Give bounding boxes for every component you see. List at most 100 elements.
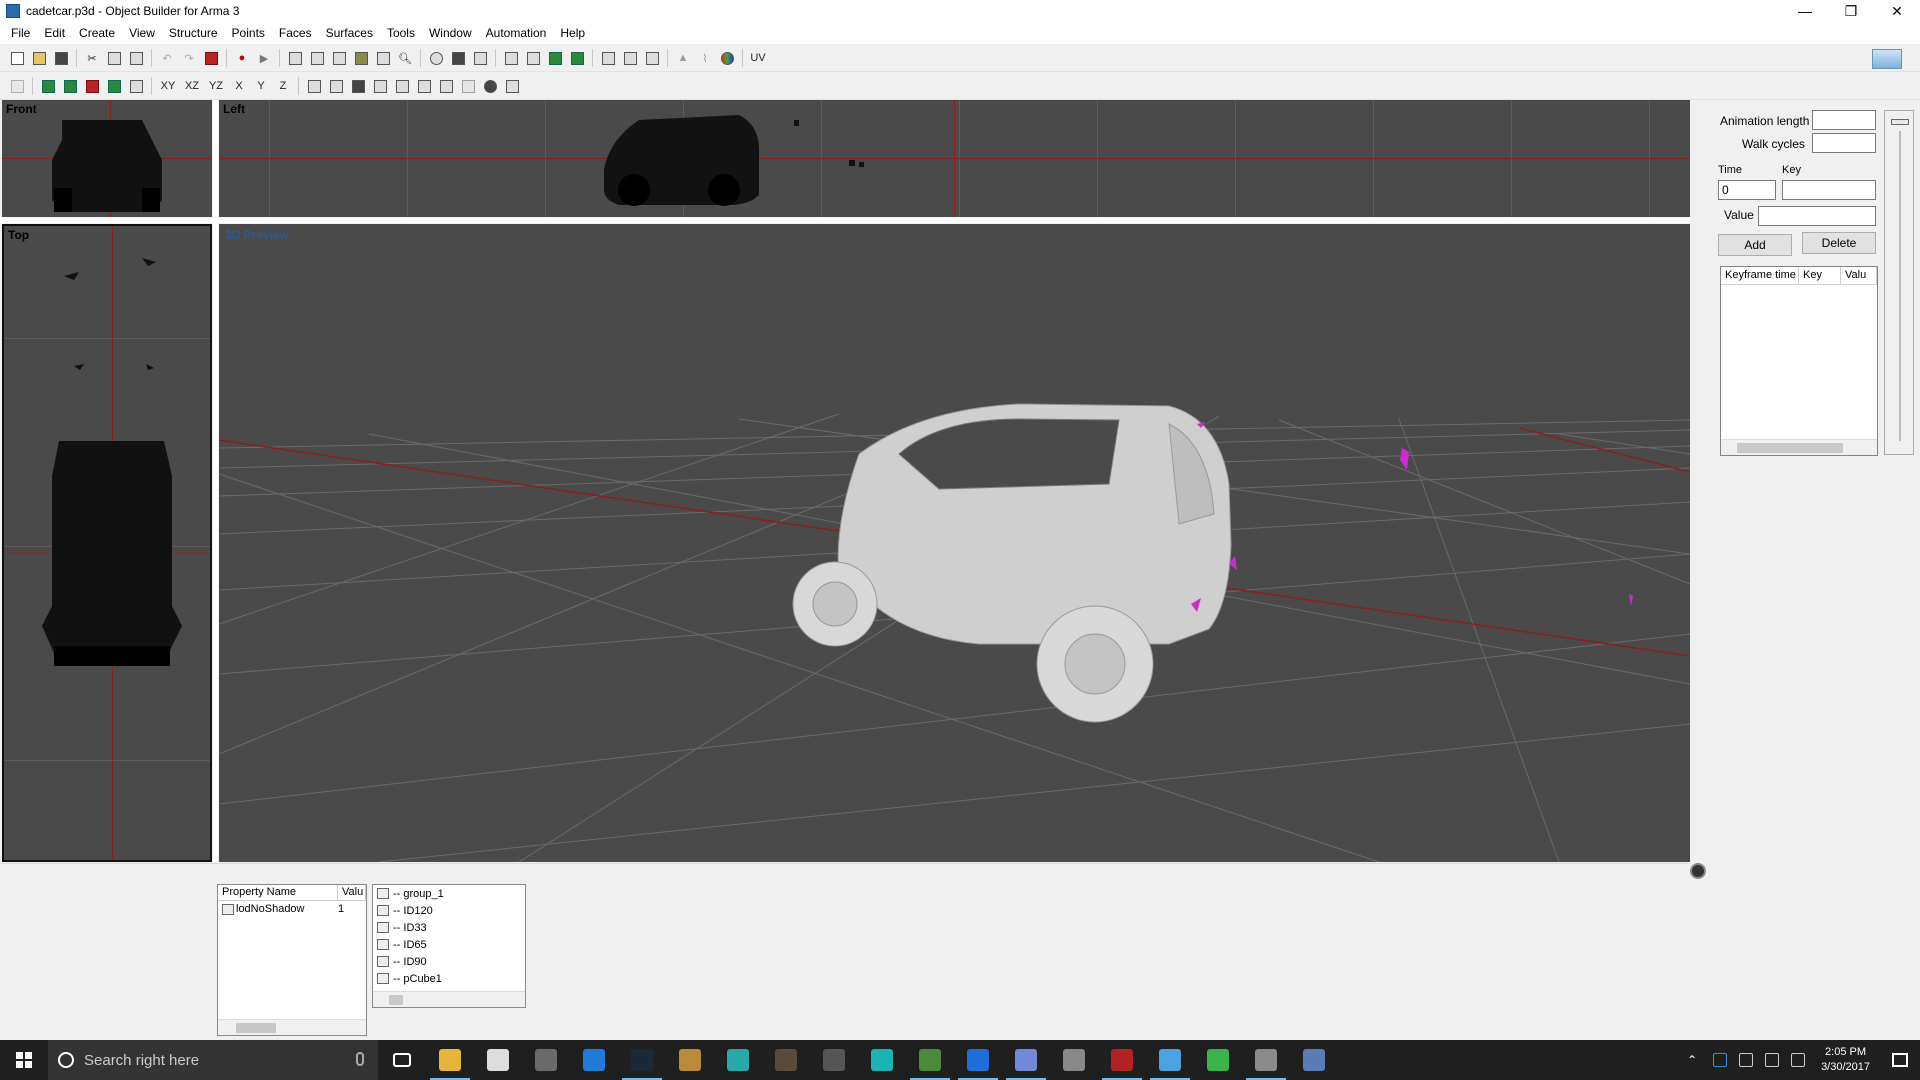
3d-preview-viewport[interactable]: 3D Preview	[219, 224, 1690, 862]
steam-icon[interactable]	[618, 1040, 666, 1080]
disabled-tool-icon[interactable]	[8, 77, 26, 95]
redo-icon[interactable]: ↷	[180, 49, 198, 67]
menu-view[interactable]: View	[122, 22, 162, 44]
app-icon-6[interactable]	[906, 1040, 954, 1080]
transform-icon[interactable]	[374, 49, 392, 67]
snap-icon[interactable]	[437, 77, 455, 95]
viewport-splitter-vertical[interactable]	[213, 100, 218, 862]
lasso-icon[interactable]	[330, 49, 348, 67]
menu-surfaces[interactable]: Surfaces	[319, 22, 380, 44]
select-icon[interactable]	[308, 49, 326, 67]
light-icon[interactable]	[481, 77, 499, 95]
app-icon-10[interactable]	[1242, 1040, 1290, 1080]
view-y-button[interactable]: Y	[252, 77, 270, 95]
start-button[interactable]	[0, 1040, 48, 1080]
copy-icon[interactable]	[105, 49, 123, 67]
settings-icon[interactable]	[474, 1040, 522, 1080]
top-viewport[interactable]: Top	[2, 224, 212, 862]
mirror-icon[interactable]	[568, 49, 586, 67]
slider-handle[interactable]	[1891, 119, 1909, 125]
red-tool-icon[interactable]	[202, 49, 220, 67]
bucket-tool-icon[interactable]	[83, 77, 101, 95]
taskbar-search-box[interactable]: Search right here	[48, 1040, 378, 1080]
time-input[interactable]	[1718, 180, 1776, 200]
column-tool-icon[interactable]	[61, 77, 79, 95]
animation-time-slider[interactable]	[1884, 110, 1914, 455]
ungroup-icon[interactable]	[621, 49, 639, 67]
save-icon[interactable]	[52, 49, 70, 67]
background-icon[interactable]	[393, 77, 411, 95]
column-header-keyframe-time[interactable]: Keyframe time	[1721, 267, 1799, 284]
walk-cycles-input[interactable]	[1812, 133, 1876, 153]
left-viewport[interactable]: Left	[219, 100, 1690, 217]
chevron-up-icon[interactable]: ⌃	[1687, 1053, 1701, 1067]
main-horizontal-scrollbar[interactable]	[0, 863, 1690, 877]
app-icon-8[interactable]	[1098, 1040, 1146, 1080]
new-file-icon[interactable]	[8, 49, 26, 67]
ellipse-select-icon[interactable]	[427, 49, 445, 67]
onedrive-icon[interactable]	[1713, 1053, 1728, 1067]
view-xy-button[interactable]: XY	[158, 77, 178, 95]
app-icon-3[interactable]	[714, 1040, 762, 1080]
selection-item[interactable]: -- ID90	[373, 953, 525, 970]
notifications-icon[interactable]	[1880, 1040, 1920, 1080]
column-header-value[interactable]: Valu	[338, 885, 366, 900]
discord-icon[interactable]	[1002, 1040, 1050, 1080]
column-header-key[interactable]: Key	[1799, 267, 1841, 284]
selection-tool-icon[interactable]	[39, 77, 57, 95]
multi-select-icon[interactable]	[105, 77, 123, 95]
wireframe-icon[interactable]	[305, 77, 323, 95]
teamviewer-icon[interactable]	[954, 1040, 1002, 1080]
menu-file[interactable]: File	[4, 22, 37, 44]
menu-help[interactable]: Help	[553, 22, 592, 44]
menu-points[interactable]: Points	[225, 22, 272, 44]
app-icon-1[interactable]	[522, 1040, 570, 1080]
smooth-icon[interactable]: ⌇	[696, 49, 714, 67]
add-keyframe-button[interactable]: Add	[1718, 234, 1792, 256]
move-icon[interactable]	[502, 49, 520, 67]
view-z-button[interactable]: Z	[274, 77, 292, 95]
undo-icon[interactable]: ↶	[158, 49, 176, 67]
menu-structure[interactable]: Structure	[162, 22, 225, 44]
app-icon-7[interactable]	[1050, 1040, 1098, 1080]
record-icon[interactable]: ●	[233, 49, 251, 67]
rotate-icon[interactable]	[546, 49, 564, 67]
normals-icon[interactable]: ▲	[674, 49, 692, 67]
texture-icon[interactable]	[327, 77, 345, 95]
view-xz-button[interactable]: XZ	[182, 77, 202, 95]
network-icon[interactable]	[1739, 1053, 1754, 1067]
shaded-icon[interactable]	[349, 77, 367, 95]
edge-select-icon[interactable]	[471, 49, 489, 67]
volume-icon[interactable]	[1765, 1053, 1780, 1067]
named-properties-panel[interactable]: Property Name Valu lodNoShadow 1	[217, 884, 367, 1036]
front-viewport[interactable]: Front	[2, 100, 212, 217]
app-icon-11[interactable]	[1290, 1040, 1338, 1080]
column-header-value[interactable]: Valu	[1841, 267, 1877, 284]
maximize-button[interactable]: ❐	[1828, 0, 1874, 22]
keyframe-table[interactable]: Keyframe time Key Valu	[1720, 266, 1878, 456]
app-icon-9[interactable]	[1194, 1040, 1242, 1080]
selection-item[interactable]: -- group_1	[373, 885, 525, 902]
minimize-button[interactable]: —	[1782, 0, 1828, 22]
menu-faces[interactable]: Faces	[272, 22, 319, 44]
open-file-icon[interactable]	[30, 49, 48, 67]
vertex-select-icon[interactable]	[449, 49, 467, 67]
selections-panel[interactable]: -- group_1 -- ID120 -- ID33 -- ID65 -- I…	[372, 884, 526, 1008]
file-explorer-icon[interactable]	[426, 1040, 474, 1080]
grid-icon[interactable]	[415, 77, 433, 95]
delete-keyframe-button[interactable]: Delete	[1802, 232, 1876, 254]
object-builder-icon[interactable]	[1146, 1040, 1194, 1080]
viewport-splitter-horizontal[interactable]	[0, 218, 1690, 223]
app-icon-2[interactable]	[666, 1040, 714, 1080]
calculator-icon[interactable]	[810, 1040, 858, 1080]
lock-icon[interactable]	[643, 49, 661, 67]
keyboard-icon[interactable]	[1791, 1053, 1806, 1067]
value-input[interactable]	[1758, 206, 1876, 226]
properties-scrollbar[interactable]	[218, 1019, 366, 1035]
menu-automation[interactable]: Automation	[479, 22, 554, 44]
property-row[interactable]: lodNoShadow 1	[218, 901, 366, 917]
color-icon[interactable]	[718, 49, 736, 67]
close-button[interactable]: ✕	[1874, 0, 1920, 22]
uv-button[interactable]: UV	[749, 49, 767, 67]
key-input[interactable]	[1782, 180, 1876, 200]
